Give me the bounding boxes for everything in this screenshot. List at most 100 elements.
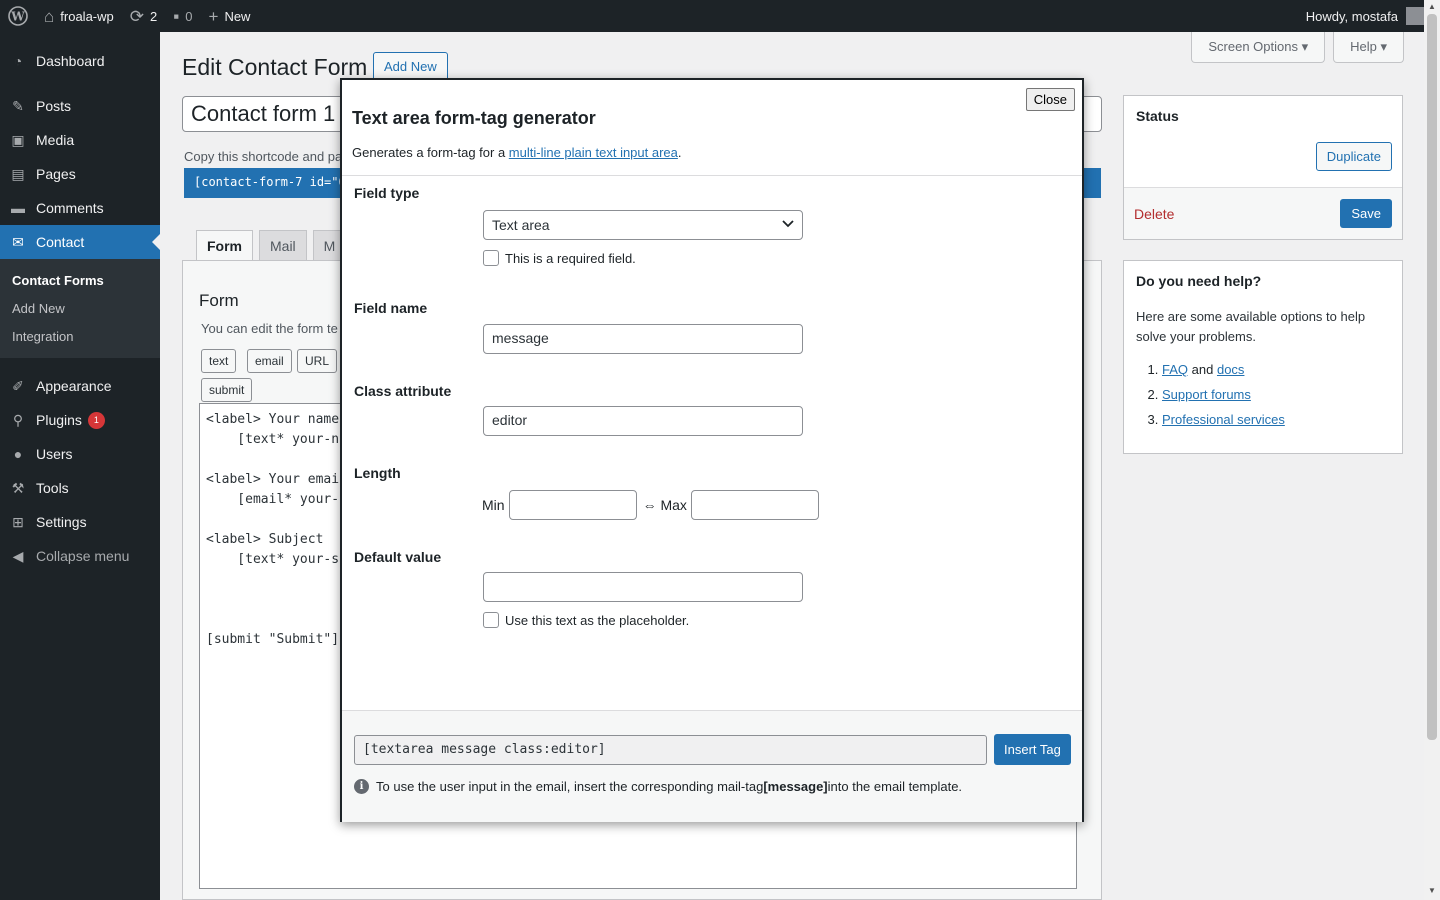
multi-line-text-link[interactable]: multi-line plain text input area (509, 145, 678, 160)
length-label: Length (354, 465, 401, 481)
info-icon: i (354, 779, 369, 794)
min-label: Min (482, 497, 505, 513)
field-type-select[interactable]: Text area (483, 210, 803, 240)
plus-icon: + (208, 6, 219, 26)
chevron-down-icon (782, 219, 794, 231)
tag-button-email[interactable]: email (247, 349, 292, 373)
help-item-support: Support forums (1162, 382, 1390, 407)
max-length-input[interactable] (690, 490, 819, 520)
help-button[interactable]: Help ▾ (1333, 32, 1404, 63)
wordpress-logo[interactable]: W (0, 0, 36, 32)
delete-link[interactable]: Delete (1134, 206, 1174, 222)
sidebar-item-plugins[interactable]: ⚲ Plugins 1 (0, 403, 160, 437)
placeholder-checkbox[interactable]: Use this text as the placeholder. (483, 612, 689, 628)
brush-icon: ✐ (12, 377, 24, 394)
help-heading: Do you need help? (1136, 273, 1262, 289)
length-row: Min ⇔ Max (482, 490, 819, 520)
class-attribute-label: Class attribute (354, 383, 452, 399)
generated-tag-field[interactable]: [textarea message class:editor] (354, 735, 987, 765)
collapse-icon: ◀ (12, 547, 24, 564)
help-item-faq: FAQ and docs (1162, 357, 1390, 382)
mail-icon: ✉ (12, 233, 24, 250)
field-name-input[interactable]: message (483, 324, 803, 354)
sidebar-item-settings[interactable]: ⊞ Settings (0, 505, 160, 539)
scroll-up-arrow-icon[interactable]: ▲ (1428, 2, 1436, 11)
shortcode-label: Copy this shortcode and pa (184, 149, 343, 164)
class-attribute-input[interactable]: editor (483, 406, 803, 436)
form-tag-generator-dialog: Text area form-tag generator Close Gener… (340, 78, 1084, 822)
site-name-link[interactable]: ⌂ froala-wp (36, 0, 122, 32)
scroll-down-arrow-icon[interactable]: ▼ (1428, 886, 1436, 895)
screen-options-button[interactable]: Screen Options ▾ (1191, 32, 1326, 63)
updates-link[interactable]: ⟳ 2 (122, 0, 165, 32)
sidebar-item-appearance[interactable]: ✐ Appearance (0, 369, 160, 403)
submenu-add-new[interactable]: Add New (0, 294, 160, 322)
plugin-icon: ⚲ (12, 411, 24, 428)
divider (342, 175, 1082, 176)
wrench-icon: ⚒ (11, 479, 25, 496)
faq-link[interactable]: FAQ (1162, 362, 1188, 377)
save-button[interactable]: Save (1340, 199, 1392, 228)
insert-tag-button[interactable]: Insert Tag (994, 734, 1071, 765)
professional-services-link[interactable]: Professional services (1162, 412, 1285, 427)
svg-text:W: W (10, 10, 25, 24)
pin-icon: ✎ (12, 97, 24, 114)
status-actions: Delete Save (1124, 187, 1402, 239)
tab-form[interactable]: Form (196, 230, 253, 262)
required-field-checkbox[interactable]: This is a required field. (483, 250, 636, 266)
field-name-label: Field name (354, 300, 428, 316)
dialog-footer: [textarea message class:editor] Insert T… (342, 711, 1082, 822)
tag-button-text[interactable]: text (201, 349, 237, 373)
sidebar-item-dashboard[interactable]: ◔ Dashboard (0, 44, 160, 78)
default-value-input[interactable] (483, 572, 803, 602)
add-new-button[interactable]: Add New (373, 52, 448, 81)
help-item-pro: Professional services (1162, 407, 1390, 432)
close-button[interactable]: Close (1025, 88, 1075, 111)
sidebar-item-media[interactable]: ▣ Media (0, 123, 160, 157)
checkbox[interactable] (483, 250, 499, 266)
admin-bar: W ⌂ froala-wp ⟳ 2 ▪ 0 + New Howdy, mosta… (0, 0, 1440, 32)
duplicate-button[interactable]: Duplicate (1315, 142, 1392, 171)
screen-meta-links: Screen Options ▾ Help ▾ (1191, 32, 1404, 63)
sidebar-item-pages[interactable]: ▤ Pages (0, 157, 160, 191)
help-box: Do you need help? Here are some availabl… (1123, 260, 1403, 454)
mail-tag-info: i To use the user input in the email, in… (354, 779, 962, 794)
pages-icon: ▤ (11, 165, 25, 182)
help-list: FAQ and docs Support forums Professional… (1136, 357, 1390, 432)
wordpress-icon: W (8, 6, 28, 26)
support-forums-link[interactable]: Support forums (1162, 387, 1251, 402)
default-value-label: Default value (354, 549, 442, 565)
new-content-link[interactable]: + New (201, 0, 259, 32)
sidebar-item-contact[interactable]: ✉ Contact (0, 225, 160, 259)
my-account[interactable]: Howdy, mostafa (1306, 7, 1440, 25)
settings-icon: ⊞ (12, 513, 24, 530)
mail-tag: [message] (763, 779, 828, 794)
checkbox[interactable] (483, 612, 499, 628)
submenu-contact-forms[interactable]: Contact Forms (0, 266, 160, 294)
max-label: ⇔ Max (642, 497, 687, 513)
avatar (1406, 7, 1424, 25)
page-scrollbar[interactable]: ▲ ▼ (1424, 0, 1440, 900)
home-icon: ⌂ (44, 6, 55, 26)
plugins-update-badge: 1 (87, 411, 105, 429)
submenu-integration[interactable]: Integration (0, 322, 160, 350)
admin-sidebar: ◔ Dashboard ✎ Posts ▣ Media ▤ Pages ▬ Co… (0, 32, 160, 900)
sidebar-item-comments[interactable]: ▬ Comments (0, 191, 160, 225)
comments-link[interactable]: ▪ 0 (165, 0, 200, 32)
sidebar-item-tools[interactable]: ⚒ Tools (0, 471, 160, 505)
scrollbar-thumb[interactable] (1427, 14, 1437, 740)
docs-link[interactable]: docs (1217, 362, 1244, 377)
user-icon: ● (13, 446, 23, 462)
editor-tabs: Form Mail M (196, 230, 347, 262)
sidebar-item-users[interactable]: ● Users (0, 437, 160, 471)
comment-bubble-icon: ▪ (173, 6, 180, 26)
sidebar-item-posts[interactable]: ✎ Posts (0, 89, 160, 123)
tag-button-url[interactable]: URL (297, 349, 338, 373)
tab-mail[interactable]: Mail (259, 230, 307, 262)
collapse-menu-button[interactable]: ◀ Collapse menu (0, 539, 160, 573)
updates-icon: ⟳ (129, 6, 144, 26)
dashboard-icon: ◔ (13, 53, 23, 69)
contact-submenu: Contact Forms Add New Integration (0, 259, 160, 358)
min-length-input[interactable] (508, 490, 637, 520)
tag-button-submit[interactable]: submit (201, 378, 253, 402)
